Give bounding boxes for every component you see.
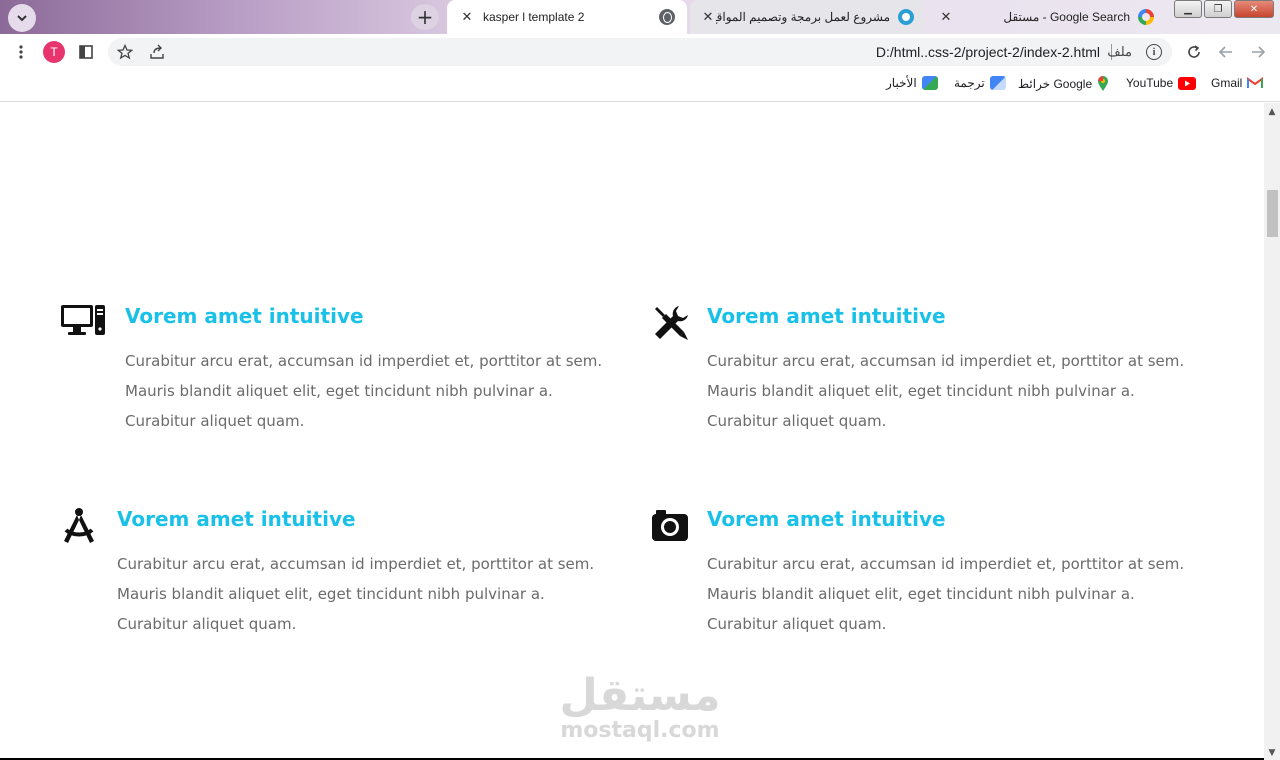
tab-title: مشروع لعمل برمجة وتصميم المواقع | مستقل: [716, 10, 890, 24]
address-bar[interactable]: D:/html..css-2/project-2/index-2.html مل…: [108, 38, 1172, 66]
youtube-icon: [1178, 76, 1197, 90]
file-scheme-label: ملف: [1107, 44, 1132, 59]
tab-mostaql-project[interactable]: ✕ مشروع لعمل برمجة وتصميم المواقع | مستق…: [690, 0, 924, 34]
bookmark-label: Gmail: [1211, 76, 1243, 90]
tools-icon: [655, 306, 688, 340]
tab-search-button[interactable]: [8, 4, 36, 32]
feature-title: Vorem amet intuitive: [707, 304, 946, 328]
bookmark-label: خرائط Google: [1018, 77, 1093, 91]
close-icon[interactable]: ✕: [459, 9, 475, 25]
plus-icon: +: [416, 5, 434, 29]
translate-icon: [989, 76, 1006, 90]
avatar[interactable]: T: [43, 41, 65, 63]
window-controls: ▁ ❐ ✕: [1174, 0, 1274, 18]
restore-button[interactable]: ❐: [1204, 0, 1232, 18]
camera-icon: [652, 510, 688, 541]
tab-kasper[interactable]: ✕ kasper l template 2: [447, 0, 687, 34]
close-icon[interactable]: ✕: [700, 9, 716, 25]
watermark-latin: mostaql.com: [560, 718, 720, 743]
bookmark-news[interactable]: الأخبار: [886, 76, 938, 90]
share-icon[interactable]: [146, 41, 168, 63]
tab-title: kasper l template 2: [483, 10, 585, 24]
scrollbar-thumb[interactable]: [1267, 190, 1278, 237]
info-icon[interactable]: i: [1146, 44, 1162, 60]
mostaql-favicon-icon: [898, 9, 914, 25]
gmail-icon: [1247, 77, 1264, 88]
new-tab-button[interactable]: +: [411, 4, 439, 30]
star-icon[interactable]: [114, 41, 136, 63]
url-text: D:/html..css-2/project-2/index-2.html: [875, 44, 1100, 60]
bookmark-maps[interactable]: خرائط Google: [1018, 76, 1109, 92]
mostaql-watermark: مستقل mostaql.com: [555, 673, 725, 743]
news-icon: [921, 76, 938, 90]
feature-text: Curabitur arcu erat, accumsan id imperdi…: [707, 555, 1185, 633]
vertical-scrollbar[interactable]: ▲ ▼: [1264, 103, 1280, 760]
tab-title: Google Search - مستقل: [1003, 10, 1130, 24]
desktop-icon: [61, 305, 105, 335]
bookmark-label: YouTube: [1126, 76, 1174, 90]
scroll-up-icon[interactable]: ▲: [1267, 107, 1277, 117]
chevron-down-icon: [17, 15, 27, 22]
forward-arrow-icon[interactable]: [1247, 41, 1269, 63]
watermark-arabic: مستقل: [559, 670, 721, 721]
globe-icon: [659, 9, 675, 25]
reload-icon[interactable]: [1183, 41, 1205, 63]
feature-title: Vorem amet intuitive: [117, 507, 356, 531]
scroll-down-icon[interactable]: ▼: [1267, 748, 1277, 758]
tab-strip: + ✕ kasper l template 2 ✕ مشروع لعمل برم…: [0, 0, 1280, 34]
back-arrow-icon[interactable]: [1215, 41, 1237, 63]
tab-google-search[interactable]: ✕ Google Search - مستقل: [928, 0, 1164, 34]
bookmark-label: الأخبار: [886, 76, 917, 90]
maps-icon: [1098, 76, 1109, 91]
bookmark-label: ترجمة: [954, 76, 985, 90]
menu-kebab-icon[interactable]: [10, 41, 32, 63]
feature-text: Curabitur arcu erat, accumsan id imperdi…: [125, 352, 603, 430]
feature-title: Vorem amet intuitive: [125, 304, 364, 328]
bookmark-youtube[interactable]: YouTube: [1126, 76, 1197, 90]
bookmark-translate[interactable]: ترجمة: [954, 76, 1006, 90]
side-panel-icon[interactable]: [75, 41, 97, 63]
bookmarks-bar: الأخبار ترجمة خرائط Google YouTube Gmail: [0, 70, 1280, 102]
feature-text: Curabitur arcu erat, accumsan id imperdi…: [707, 352, 1185, 430]
close-icon[interactable]: ✕: [938, 9, 954, 25]
bookmark-gmail[interactable]: Gmail: [1211, 76, 1264, 90]
compass-icon: [64, 508, 94, 543]
minimize-button[interactable]: ▁: [1174, 0, 1202, 18]
google-icon: [1138, 9, 1154, 25]
feature-text: Curabitur arcu erat, accumsan id imperdi…: [117, 555, 595, 633]
page-viewport: Vorem amet intuitive Curabitur arcu erat…: [0, 103, 1264, 760]
feature-title: Vorem amet intuitive: [707, 507, 946, 531]
browser-toolbar: T D:/html..css-2/project-2/index-2.html …: [0, 34, 1280, 70]
window-close-button[interactable]: ✕: [1234, 0, 1274, 18]
